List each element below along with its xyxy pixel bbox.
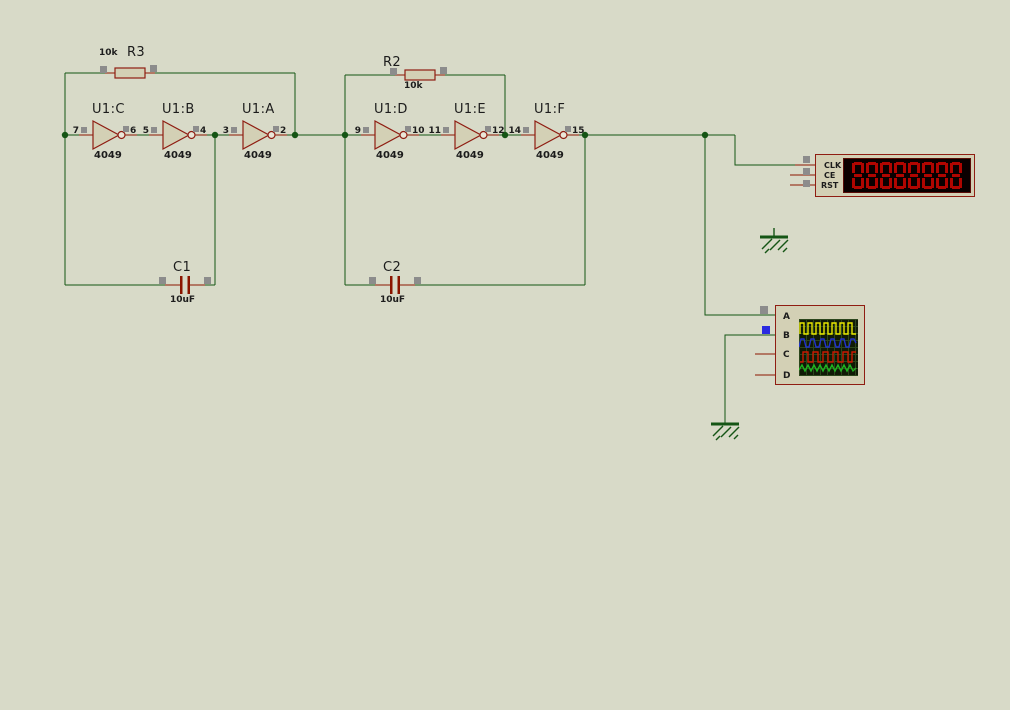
inverter-ref-label: U1:E — [454, 102, 486, 117]
inverter-part-label: 4049 — [164, 150, 192, 161]
inverter-u1b-symbol[interactable] — [148, 120, 208, 150]
counter-display — [843, 158, 971, 193]
ground-symbol-floating[interactable] — [758, 228, 790, 255]
seven-segment-digit — [922, 162, 934, 189]
seven-segment-digit — [908, 162, 920, 189]
pin-number: 2 — [280, 126, 287, 136]
inverter-part-label: 4049 — [456, 150, 484, 161]
pin-number: 4 — [200, 126, 207, 136]
inverter-ref-label: U1:B — [162, 102, 195, 117]
scope-channel-b-label: B — [783, 331, 790, 341]
seven-segment-digit — [880, 162, 892, 189]
seven-segment-digit — [950, 162, 962, 189]
capacitor-c2-symbol[interactable] — [368, 275, 422, 295]
resistor-r3-symbol[interactable] — [99, 64, 158, 79]
inverter-part-label: 4049 — [536, 150, 564, 161]
inverter-ref-label: U1:A — [242, 102, 275, 117]
counter-display-component[interactable]: CLK CE RST — [815, 154, 975, 197]
scope-channel-a-label: A — [783, 312, 790, 322]
inverter-part-label: 4049 — [244, 150, 272, 161]
capacitor-ref-label: C2 — [383, 260, 402, 275]
inverter-part-label: 4049 — [94, 150, 122, 161]
capacitor-value-label: 10uF — [380, 295, 406, 305]
counter-pin-clk-label: CLK — [824, 161, 842, 170]
schematic-canvas: 10k R3 R2 10k C1 10uF C2 10uF U1:C 4049 … — [0, 0, 1010, 710]
oscilloscope-component[interactable]: A B C D — [775, 305, 865, 385]
waveform-channel-b — [799, 338, 857, 348]
inverter-ref-label: U1:F — [534, 102, 566, 117]
resistor-value-label: 10k — [99, 48, 118, 58]
seven-segment-digit — [936, 162, 948, 189]
scope-channel-c-label: C — [783, 350, 790, 360]
counter-pin-stubs[interactable] — [790, 156, 815, 187]
ground-symbol-scope[interactable] — [709, 422, 741, 442]
resistor-value-label: 10k — [404, 81, 423, 91]
pin-number: 15 — [572, 126, 585, 136]
resistor-ref-label: R3 — [127, 45, 146, 60]
pin-number: 10 — [412, 126, 425, 136]
inverter-part-label: 4049 — [376, 150, 404, 161]
seven-segment-digit — [866, 162, 878, 189]
scope-pin-stubs[interactable] — [755, 306, 775, 376]
pin-number: 11 — [428, 126, 441, 136]
waveform-channel-c — [800, 351, 856, 363]
scope-channel-d-label: D — [783, 371, 791, 381]
counter-pin-rst-label: RST — [821, 181, 839, 190]
seven-segment-digit — [852, 162, 864, 189]
inverter-u1c-symbol[interactable] — [78, 120, 138, 150]
inverter-u1d-symbol[interactable] — [360, 120, 420, 150]
capacitor-c1-symbol[interactable] — [158, 275, 212, 295]
pin-number: 3 — [222, 126, 229, 136]
inverter-ref-label: U1:C — [92, 102, 125, 117]
pin-number: 9 — [354, 126, 361, 136]
waveform-channel-d — [799, 363, 857, 373]
capacitor-ref-label: C1 — [173, 260, 192, 275]
counter-pin-ce-label: CE — [824, 171, 836, 180]
capacitor-value-label: 10uF — [170, 295, 196, 305]
inverter-u1e-symbol[interactable] — [440, 120, 500, 150]
pin-number: 12 — [492, 126, 505, 136]
inverter-u1a-symbol[interactable] — [228, 120, 288, 150]
pin-number: 14 — [508, 126, 521, 136]
inverter-u1f-symbol[interactable] — [520, 120, 580, 150]
scope-screen — [799, 319, 858, 376]
waveform-channel-a — [799, 322, 856, 335]
pin-number: 7 — [72, 126, 79, 136]
seven-segment-digit — [894, 162, 906, 189]
pin-number: 5 — [142, 126, 149, 136]
inverter-ref-label: U1:D — [374, 102, 408, 117]
resistor-ref-label: R2 — [383, 55, 402, 70]
